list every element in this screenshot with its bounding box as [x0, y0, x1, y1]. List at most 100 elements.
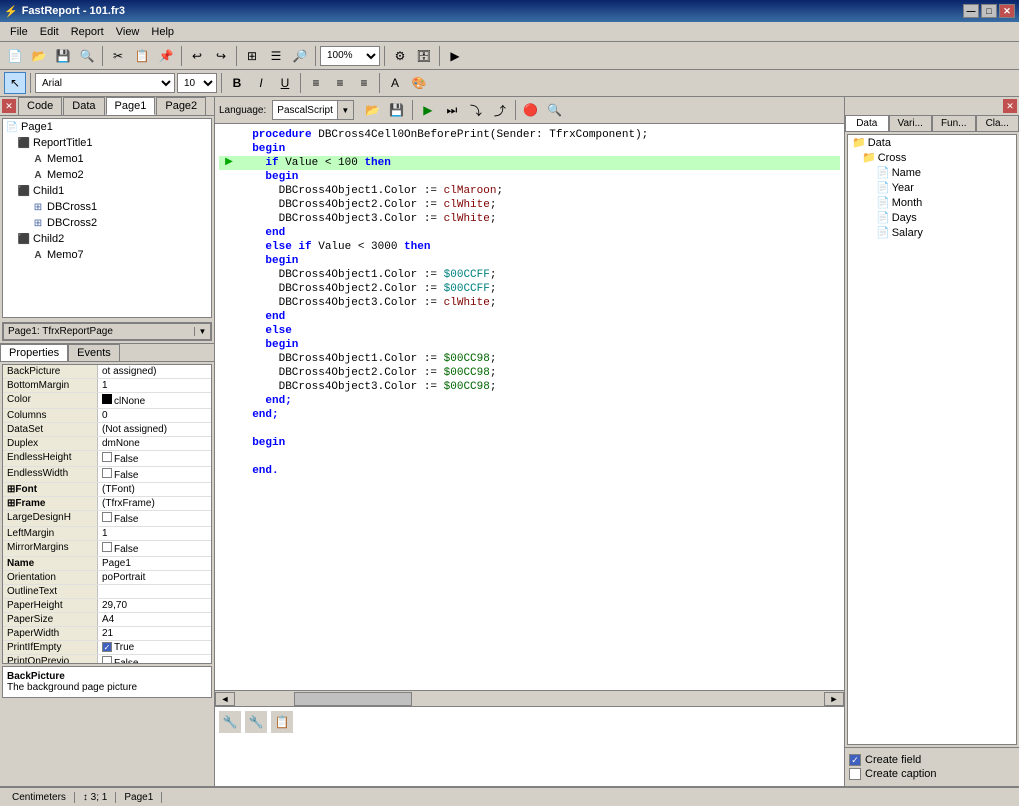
breakpoint[interactable]: 🔴: [520, 99, 542, 121]
prop-val[interactable]: False: [98, 467, 211, 482]
checkbox-create-field[interactable]: ✓ Create field: [849, 754, 1015, 766]
zoom-button[interactable]: 🔎: [289, 45, 311, 67]
code-editor[interactable]: procedure DBCross4Cell0OnBeforePrint(Sen…: [215, 124, 844, 690]
scroll-thumb[interactable]: [294, 692, 412, 706]
new-button[interactable]: 📄: [4, 45, 26, 67]
menu-report[interactable]: Report: [65, 24, 110, 40]
menu-file[interactable]: File: [4, 24, 34, 40]
right-tab-cla[interactable]: Cla...: [976, 115, 1019, 131]
tab-events[interactable]: Events: [68, 344, 120, 361]
align-button[interactable]: ☰: [265, 45, 287, 67]
menu-help[interactable]: Help: [145, 24, 180, 40]
tree-page1[interactable]: 📄 Page1: [3, 119, 211, 135]
font-size-select[interactable]: 10: [177, 73, 217, 93]
menu-edit[interactable]: Edit: [34, 24, 65, 40]
underline-button[interactable]: U: [274, 72, 296, 94]
create-caption-checkbox[interactable]: [849, 768, 861, 780]
run-code[interactable]: ▶: [417, 99, 439, 121]
r-tree-name[interactable]: 📄 Name: [848, 165, 1016, 180]
prop-val[interactable]: dmNone: [98, 437, 211, 450]
prop-val[interactable]: [98, 585, 211, 598]
step-out[interactable]: ⤴: [489, 99, 511, 121]
zoom-select[interactable]: 100%: [320, 46, 380, 66]
prop-val[interactable]: False: [98, 541, 211, 556]
save-button[interactable]: 💾: [52, 45, 74, 67]
search-code[interactable]: 🔍: [544, 99, 566, 121]
bottom-icon-2[interactable]: 🔧: [245, 711, 267, 733]
bottom-icon-1[interactable]: 🔧: [219, 711, 241, 733]
italic-button[interactable]: I: [250, 72, 272, 94]
step-over[interactable]: ⏭: [441, 99, 463, 121]
right-panel-close[interactable]: ✕: [1003, 99, 1017, 113]
r-tree-cross[interactable]: 📁 Cross: [848, 150, 1016, 165]
align-right[interactable]: ≡: [353, 72, 375, 94]
bottom-icon-3[interactable]: 📋: [271, 711, 293, 733]
tab-data[interactable]: Data: [63, 97, 104, 115]
tree-child2[interactable]: ⬛ Child2: [3, 231, 211, 247]
tree-dbcross2[interactable]: ⊞ DBCross2: [3, 215, 211, 231]
prop-val[interactable]: 29,70: [98, 599, 211, 612]
code-save[interactable]: 💾: [386, 99, 408, 121]
page-selector-arrow[interactable]: ▼: [194, 327, 210, 336]
prop-val[interactable]: False: [98, 511, 211, 526]
prop-val[interactable]: 21: [98, 627, 211, 640]
tree-memo1[interactable]: A Memo1: [3, 151, 211, 167]
prop-val[interactable]: 0: [98, 409, 211, 422]
scroll-left[interactable]: ◄: [215, 692, 235, 706]
open-button[interactable]: 📂: [28, 45, 50, 67]
grid-button[interactable]: ⊞: [241, 45, 263, 67]
r-tree-month[interactable]: 📄 Month: [848, 195, 1016, 210]
left-panel-close[interactable]: ✕: [2, 99, 16, 113]
undo-button[interactable]: ↩: [186, 45, 208, 67]
tab-code[interactable]: Code: [18, 97, 62, 115]
tree-memo2[interactable]: A Memo2: [3, 167, 211, 183]
code-scrollbar[interactable]: ◄ ►: [215, 690, 844, 706]
prop-val[interactable]: ot assigned): [98, 365, 211, 378]
tree-memo7[interactable]: A Memo7: [3, 247, 211, 263]
close-button[interactable]: ✕: [999, 4, 1015, 18]
prop-val[interactable]: poPortrait: [98, 571, 211, 584]
step-into[interactable]: ⤵: [465, 99, 487, 121]
r-tree-salary[interactable]: 📄 Salary: [848, 225, 1016, 240]
prop-val[interactable]: Page1: [98, 557, 211, 570]
language-arrow[interactable]: ▼: [337, 101, 353, 119]
language-selector[interactable]: PascalScript ▼: [272, 100, 354, 120]
cut-button[interactable]: ✂: [107, 45, 129, 67]
font-color[interactable]: A: [384, 72, 406, 94]
right-tab-fun[interactable]: Fun...: [932, 115, 976, 131]
tab-page1[interactable]: Page1: [106, 97, 156, 115]
create-field-checkbox[interactable]: ✓: [849, 754, 861, 766]
prop-val[interactable]: 1: [98, 379, 211, 392]
prop-val[interactable]: (TFont): [98, 483, 211, 496]
r-tree-data[interactable]: 📁 Data: [848, 135, 1016, 150]
tree-child1[interactable]: ⬛ Child1: [3, 183, 211, 199]
menu-view[interactable]: View: [110, 24, 146, 40]
data-sources[interactable]: 🗄: [413, 45, 435, 67]
prop-val[interactable]: (Not assigned): [98, 423, 211, 436]
run-button[interactable]: ▶: [444, 45, 466, 67]
prop-val[interactable]: clNone: [98, 393, 211, 408]
align-left[interactable]: ≡: [305, 72, 327, 94]
props-scroll[interactable]: BackPicture ot assigned) BottomMargin 1 …: [2, 364, 212, 664]
prop-val[interactable]: False: [98, 451, 211, 466]
scroll-right[interactable]: ►: [824, 692, 844, 706]
paste-button[interactable]: 📌: [155, 45, 177, 67]
prop-val[interactable]: 1: [98, 527, 211, 540]
preview-button[interactable]: 🔍: [76, 45, 98, 67]
tree-dbcross1[interactable]: ⊞ DBCross1: [3, 199, 211, 215]
prop-val[interactable]: A4: [98, 613, 211, 626]
right-tab-data[interactable]: Data: [845, 115, 889, 131]
code-open[interactable]: 📂: [362, 99, 384, 121]
prop-val[interactable]: False: [98, 655, 211, 664]
align-center[interactable]: ≡: [329, 72, 351, 94]
checkbox-create-caption[interactable]: Create caption: [849, 768, 1015, 780]
prop-val[interactable]: ✓True: [98, 641, 211, 654]
r-tree-days[interactable]: 📄 Days: [848, 210, 1016, 225]
bold-button[interactable]: B: [226, 72, 248, 94]
font-select[interactable]: Arial: [35, 73, 175, 93]
maximize-button[interactable]: □: [981, 4, 997, 18]
copy-button[interactable]: 📋: [131, 45, 153, 67]
tab-properties[interactable]: Properties: [0, 344, 68, 361]
report-options[interactable]: ⚙: [389, 45, 411, 67]
tab-page2[interactable]: Page2: [156, 97, 206, 115]
